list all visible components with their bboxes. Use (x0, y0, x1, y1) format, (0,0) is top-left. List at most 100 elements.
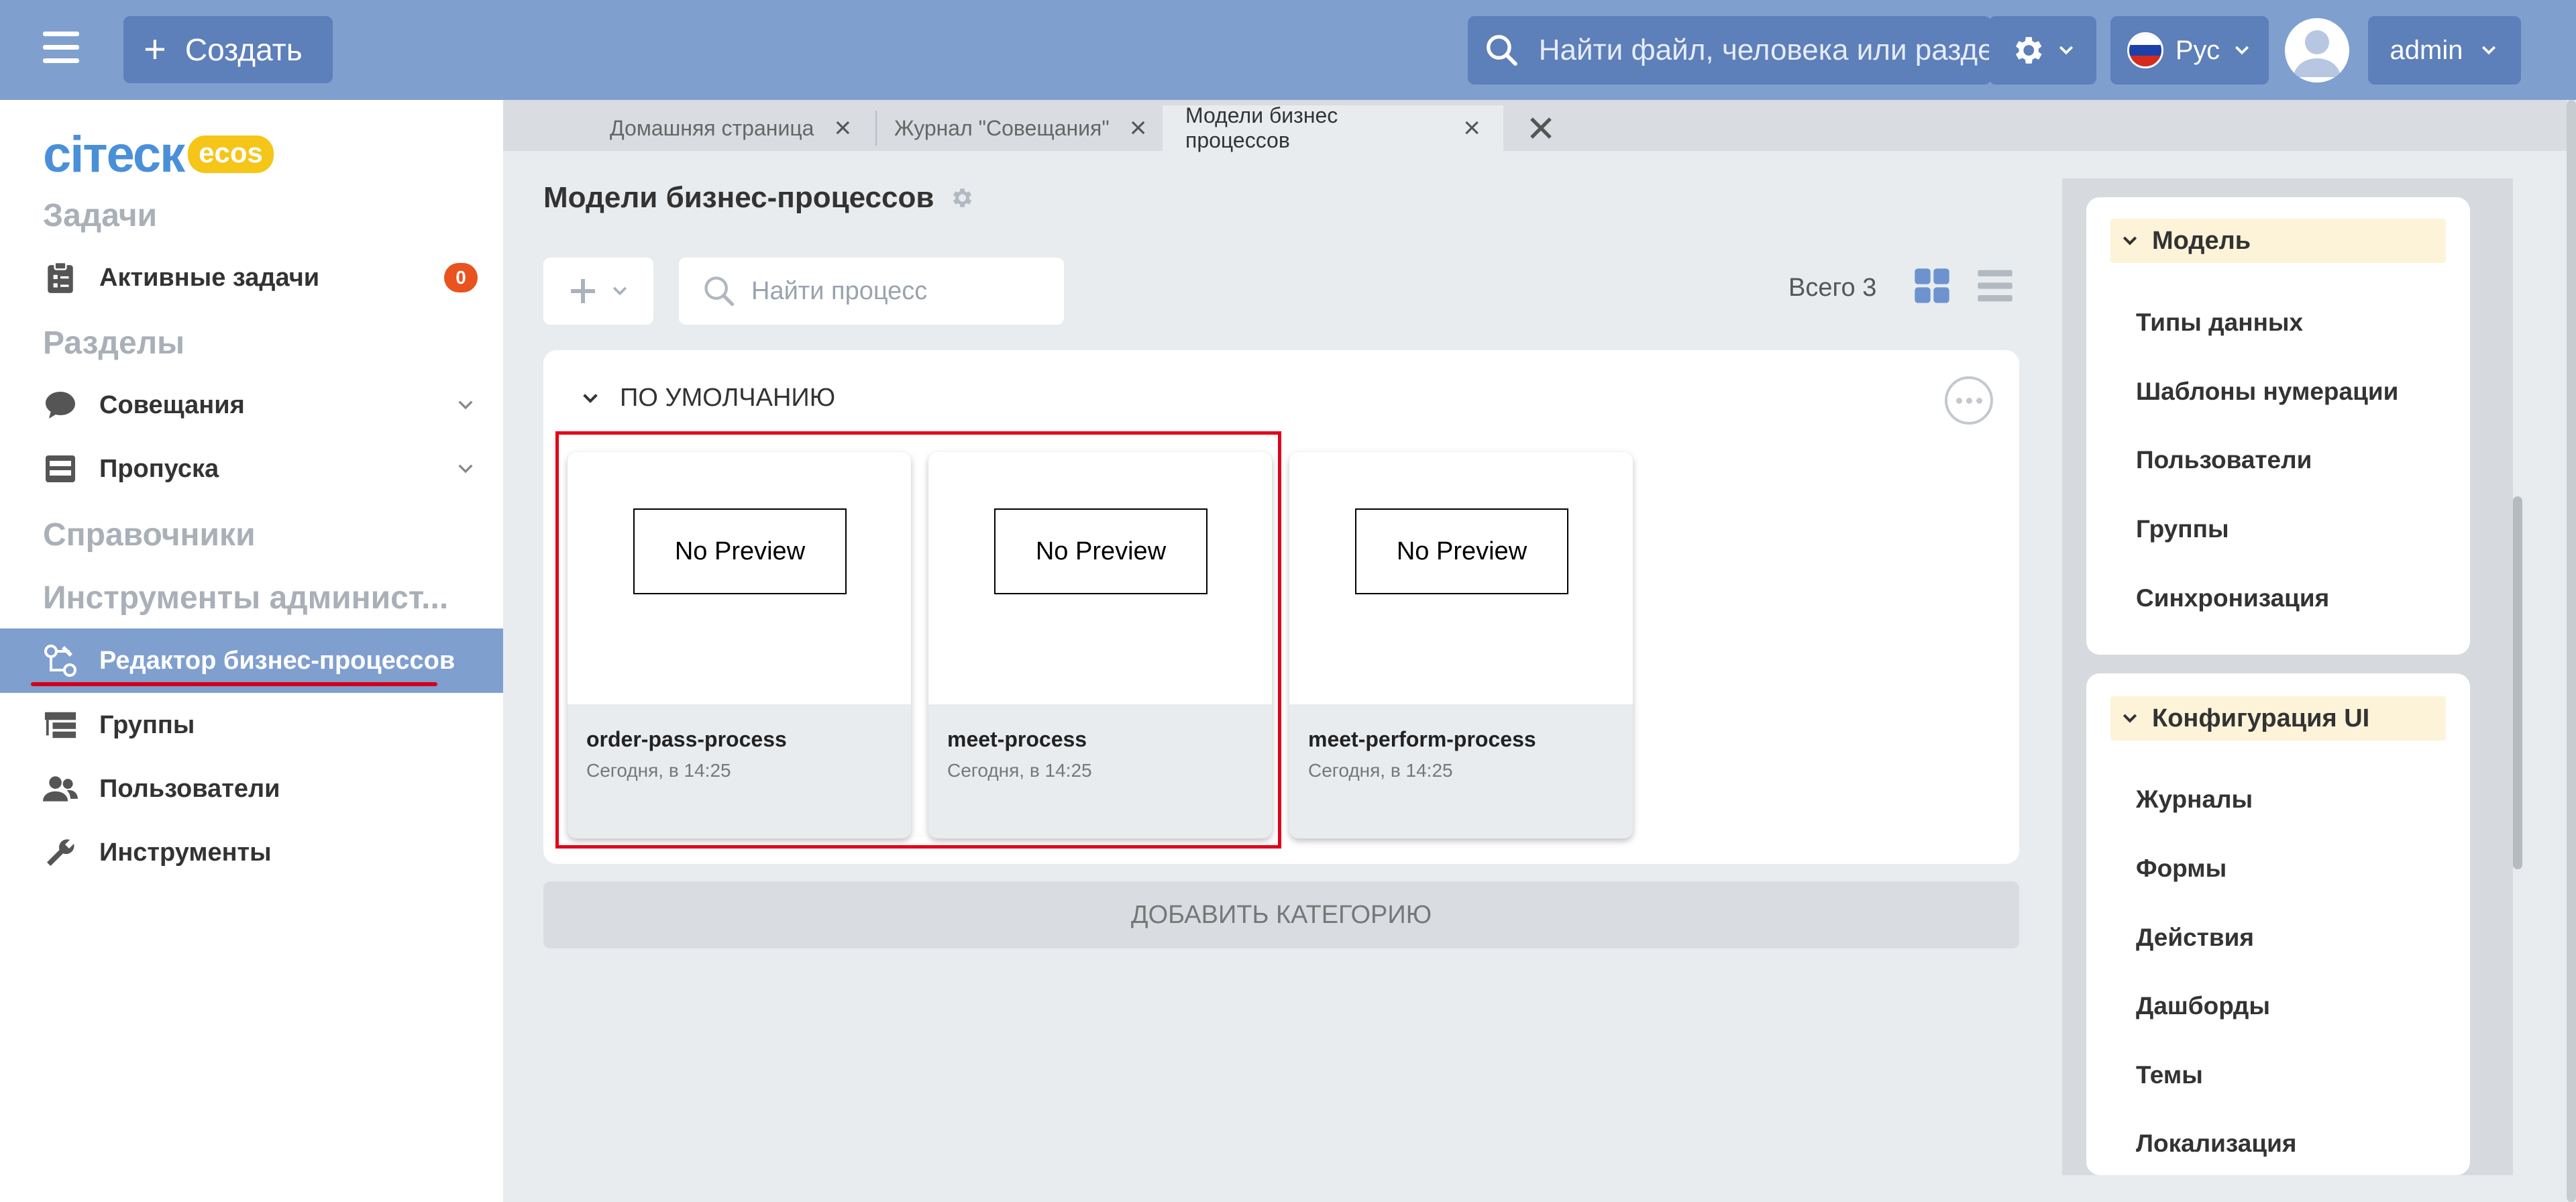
russia-flag-icon (2127, 32, 2163, 68)
process-card[interactable]: No Preview meet-perform-process Сегодня,… (1289, 452, 1633, 838)
link-users[interactable]: Пользователи (2136, 446, 2312, 474)
close-icon[interactable]: × (1463, 111, 1481, 145)
tab-label: Журнал "Совещания" (894, 115, 1110, 140)
highlight-rectangle (555, 431, 1281, 849)
sidebar-item-active-tasks[interactable]: Активные задачи 0 (0, 245, 503, 310)
chevron-down-icon (612, 286, 627, 296)
tab-bpm-models[interactable]: Модели бизнес процессов × (1163, 103, 1503, 152)
link-dashboards[interactable]: Дашборды (2136, 992, 2270, 1020)
ui-config-section-header[interactable]: Конфигурация UI (2110, 696, 2446, 741)
language-button[interactable]: Рус (2110, 16, 2269, 85)
settings-button[interactable] (1989, 16, 2096, 85)
link-actions[interactable]: Действия (2136, 924, 2254, 952)
add-process-button[interactable] (543, 258, 653, 325)
create-button[interactable]: + Создать (123, 16, 333, 83)
total-count: Всего 3 (1788, 274, 1877, 302)
chevron-down-icon[interactable] (580, 388, 601, 409)
section-sections[interactable]: Разделы (43, 325, 184, 362)
sidebar-item-meetings[interactable]: Совещания (0, 373, 503, 437)
page-scrollbar[interactable] (2567, 100, 2576, 1202)
category-header[interactable]: ПО УМОЛЧАНИЮ (580, 384, 835, 413)
card-icon (43, 451, 78, 486)
link-forms[interactable]: Формы (2136, 855, 2226, 883)
highlight-underline (31, 682, 437, 686)
chevron-down-icon (2059, 46, 2074, 55)
search-icon (704, 276, 735, 307)
sidebar-item-label: Инструменты (99, 838, 272, 867)
page-title-text: Модели бизнес-процессов (543, 181, 934, 214)
tab-separator (875, 111, 877, 146)
tab-home[interactable]: Домашняя страница × (610, 105, 851, 151)
plus-icon (571, 279, 595, 303)
sidebar-item-label: Пропуска (99, 454, 219, 483)
sidebar-item-label: Пользователи (99, 774, 280, 803)
section-title: Конфигурация UI (2152, 704, 2370, 732)
hierarchy-icon (43, 708, 78, 743)
close-icon[interactable]: × (1130, 111, 1147, 145)
global-search-input[interactable]: Найти файл, человека или раздел (1539, 34, 1991, 67)
chevron-down-icon (2235, 46, 2249, 55)
logo-badge: ecos (188, 135, 274, 173)
process-name: meet-perform-process (1308, 727, 1536, 751)
page-title: Модели бизнес-процессов (543, 181, 974, 215)
tasks-count-badge: 0 (444, 263, 478, 292)
tab-meetings-journal[interactable]: Журнал "Совещания" × (894, 105, 1146, 151)
user-icon (2293, 30, 2341, 77)
create-label: Создать (184, 32, 303, 67)
category-title: ПО УМОЛЧАНИЮ (620, 384, 836, 412)
grid-view-icon[interactable] (1913, 267, 1951, 305)
more-options-icon[interactable] (1945, 376, 1993, 425)
section-title: Модель (2152, 226, 2251, 255)
add-category-button[interactable]: ДОБАВИТЬ КАТЕГОРИЮ (543, 881, 2019, 948)
link-sync[interactable]: Синхронизация (2136, 584, 2329, 612)
sidebar-item-label: Совещания (99, 390, 245, 419)
citeck-ecos-logo[interactable]: ciтеск ecos (43, 126, 274, 183)
link-localization[interactable]: Локализация (2136, 1130, 2296, 1158)
search-icon (1487, 35, 1517, 66)
section-references[interactable]: Справочники (43, 516, 256, 553)
close-icon[interactable]: × (834, 111, 851, 145)
tab-label: Домашняя страница (610, 115, 814, 140)
section-admin-tools[interactable]: Инструменты админист... (43, 580, 448, 616)
sidebar-item-users[interactable]: Пользователи (0, 757, 503, 821)
chevron-down-icon (2123, 714, 2137, 723)
panel-scrollbar[interactable] (2513, 496, 2522, 869)
user-menu-button[interactable]: admin (2368, 16, 2521, 85)
logo-text: ciтеск (43, 125, 185, 183)
gear-icon[interactable] (949, 185, 974, 211)
sidebar-item-label: Активные задачи (99, 263, 320, 292)
close-all-tabs-button[interactable] (1527, 105, 1555, 151)
list-view-icon[interactable] (1976, 267, 2014, 305)
wrench-icon (43, 835, 78, 870)
close-icon (1530, 117, 1552, 139)
process-date: Сегодня, в 14:25 (1308, 760, 1453, 781)
link-themes[interactable]: Темы (2136, 1061, 2203, 1089)
model-section-header[interactable]: Модель (2110, 219, 2446, 263)
language-label: Рус (2175, 35, 2220, 65)
card-footer: meet-perform-process Сегодня, в 14:25 (1289, 704, 1633, 838)
chevron-down-icon[interactable] (455, 458, 476, 480)
plus-icon: + (144, 28, 166, 71)
link-groups[interactable]: Группы (2136, 515, 2229, 543)
sidebar-item-groups[interactable]: Группы (0, 693, 503, 757)
process-editor-icon (43, 643, 78, 678)
top-header: + Создать Найти файл, человека или разде… (0, 0, 2576, 100)
chevron-down-icon (2123, 236, 2137, 245)
chevron-down-icon (2482, 46, 2496, 55)
process-search-placeholder: Найти процесс (751, 276, 928, 305)
user-name: admin (2390, 35, 2463, 65)
global-search[interactable]: Найти файл, человека или раздел (1468, 16, 1991, 85)
link-journals[interactable]: Журналы (2136, 785, 2253, 814)
section-tasks[interactable]: Задачи (43, 197, 157, 234)
sidebar-item-passes[interactable]: Пропуска (0, 437, 503, 501)
gear-icon (2015, 37, 2042, 64)
link-numbering-templates[interactable]: Шаблоны нумерации (2136, 378, 2398, 406)
link-data-types[interactable]: Типы данных (2136, 309, 2303, 337)
avatar[interactable] (2285, 18, 2349, 83)
process-search-input[interactable]: Найти процесс (679, 258, 1064, 325)
sidebar-item-tools[interactable]: Инструменты (0, 820, 503, 885)
preview-placeholder: No Preview (1355, 508, 1568, 594)
menu-icon[interactable] (43, 32, 79, 64)
chevron-down-icon[interactable] (455, 394, 476, 416)
clipboard-icon (43, 260, 78, 295)
